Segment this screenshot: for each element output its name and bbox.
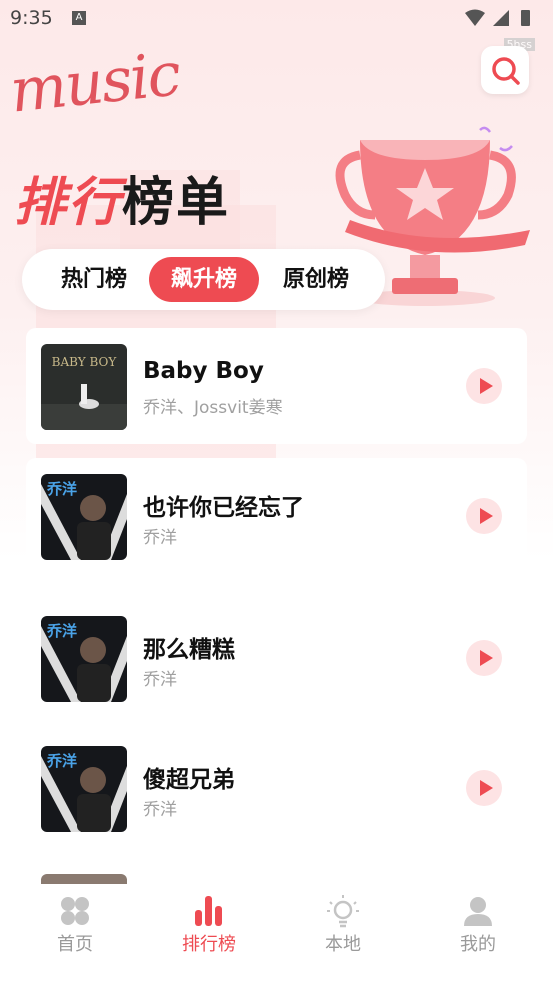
cover-text: 乔洋: [46, 752, 77, 770]
tab-original[interactable]: 原创榜: [262, 257, 370, 302]
search-icon: [492, 57, 520, 85]
song-title: 那么糟糕: [143, 637, 235, 663]
ranking-tabs: 热门榜 飙升榜 原创榜: [22, 249, 385, 310]
home-grid-icon: [61, 897, 89, 925]
song-title: 傻超兄弟: [143, 767, 235, 793]
cover-text: 乔洋: [46, 622, 77, 640]
play-button[interactable]: [466, 368, 502, 404]
play-button[interactable]: [466, 640, 502, 676]
tab-hot[interactable]: 热门榜: [40, 257, 148, 302]
nav-label: 我的: [460, 934, 496, 955]
song-artist: 乔洋: [143, 800, 177, 820]
song-card[interactable]: 乔洋 傻超兄弟 乔洋: [26, 730, 527, 846]
user-icon: [464, 897, 492, 926]
album-cover: BABY BOY: [41, 344, 127, 430]
nav-local[interactable]: 本地: [274, 884, 412, 984]
play-button[interactable]: [466, 770, 502, 806]
notification-icon: A: [72, 11, 86, 25]
album-cover: 乔洋: [41, 474, 127, 560]
nav-label: 本地: [325, 934, 361, 955]
album-cover: 乔洋: [41, 616, 127, 702]
song-card[interactable]: 乔洋 也许你已经忘了 乔洋: [26, 458, 527, 574]
wifi-icon: [465, 9, 485, 26]
title-part-red: 排行: [14, 173, 123, 233]
song-title: Baby Boy: [143, 358, 264, 384]
bottom-nav: 首页 排行榜 本地 我的: [0, 884, 553, 984]
song-card[interactable]: BABY BOY Baby Boy 乔洋、Jossvit姜寒: [26, 328, 527, 444]
nav-home[interactable]: 首页: [6, 884, 144, 984]
title-part-dark: 榜单: [122, 173, 231, 233]
nav-label: 首页: [57, 934, 93, 955]
cover-text: BABY BOY: [52, 355, 118, 369]
system-icons: [463, 8, 543, 32]
nav-label: 排行榜: [182, 934, 236, 955]
cover-text: 乔洋: [46, 480, 77, 498]
search-button[interactable]: [481, 46, 529, 94]
status-time: 9:35: [10, 7, 53, 29]
signal-icon: [493, 10, 509, 26]
song-title: 也许你已经忘了: [143, 495, 304, 521]
status-bar: 9:35 A: [0, 0, 553, 36]
album-cover: 乔洋: [41, 746, 127, 832]
tab-rising[interactable]: 飙升榜: [149, 257, 259, 302]
page-title: 排行榜单: [14, 160, 230, 235]
lightbulb-icon: [327, 895, 359, 928]
nav-ranking[interactable]: 排行榜: [140, 884, 278, 984]
song-card[interactable]: 乔洋 那么糟糕 乔洋: [26, 600, 527, 716]
nav-mine[interactable]: 我的: [409, 884, 547, 984]
chart-bars-icon: [195, 896, 222, 926]
play-button[interactable]: [466, 498, 502, 534]
battery-icon: [521, 10, 530, 26]
song-artist: 乔洋: [143, 528, 177, 548]
song-artist: 乔洋: [143, 670, 177, 690]
song-artist: 乔洋、Jossvit姜寒: [143, 398, 283, 418]
